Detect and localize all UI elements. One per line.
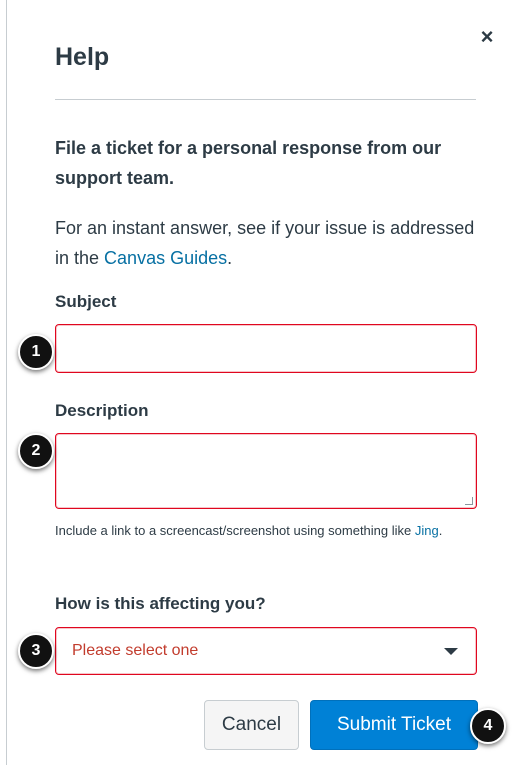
subject-input[interactable]: [55, 324, 477, 373]
callout-marker-4: 4: [470, 708, 506, 744]
description-label: Description: [55, 401, 149, 420]
jing-link[interactable]: Jing: [415, 523, 439, 538]
impact-select[interactable]: Please select one: [55, 627, 477, 675]
callout-marker-3: 3: [18, 633, 54, 669]
resize-handle-icon[interactable]: [465, 497, 473, 505]
instant-suffix: .: [227, 248, 233, 268]
dialog-title: Help: [55, 43, 110, 71]
instant-answer-text: For an instant answer, see if your issue…: [55, 213, 475, 273]
impact-label: How is this affecting you?: [55, 594, 266, 613]
divider: [55, 99, 476, 100]
help-suffix: .: [438, 523, 443, 538]
subject-label: Subject: [55, 292, 117, 311]
intro-heading: File a ticket for a personal response fr…: [55, 138, 442, 188]
help-text: Include a link to a screencast/screensho…: [55, 523, 415, 538]
canvas-guides-link[interactable]: Canvas Guides: [104, 248, 227, 268]
submit-ticket-button[interactable]: Submit Ticket: [310, 700, 478, 750]
close-icon[interactable]: ×: [474, 26, 500, 52]
cancel-button[interactable]: Cancel: [204, 700, 299, 750]
callout-marker-2: 2: [18, 433, 54, 469]
chevron-down-icon: [444, 647, 458, 655]
callout-marker-1: 1: [18, 334, 54, 370]
help-dialog: × Help File a ticket for a personal resp…: [6, 0, 514, 765]
description-help-text: Include a link to a screencast/screensho…: [55, 520, 475, 542]
description-textarea[interactable]: [55, 433, 477, 509]
impact-selected-value: Please select one: [72, 642, 199, 659]
